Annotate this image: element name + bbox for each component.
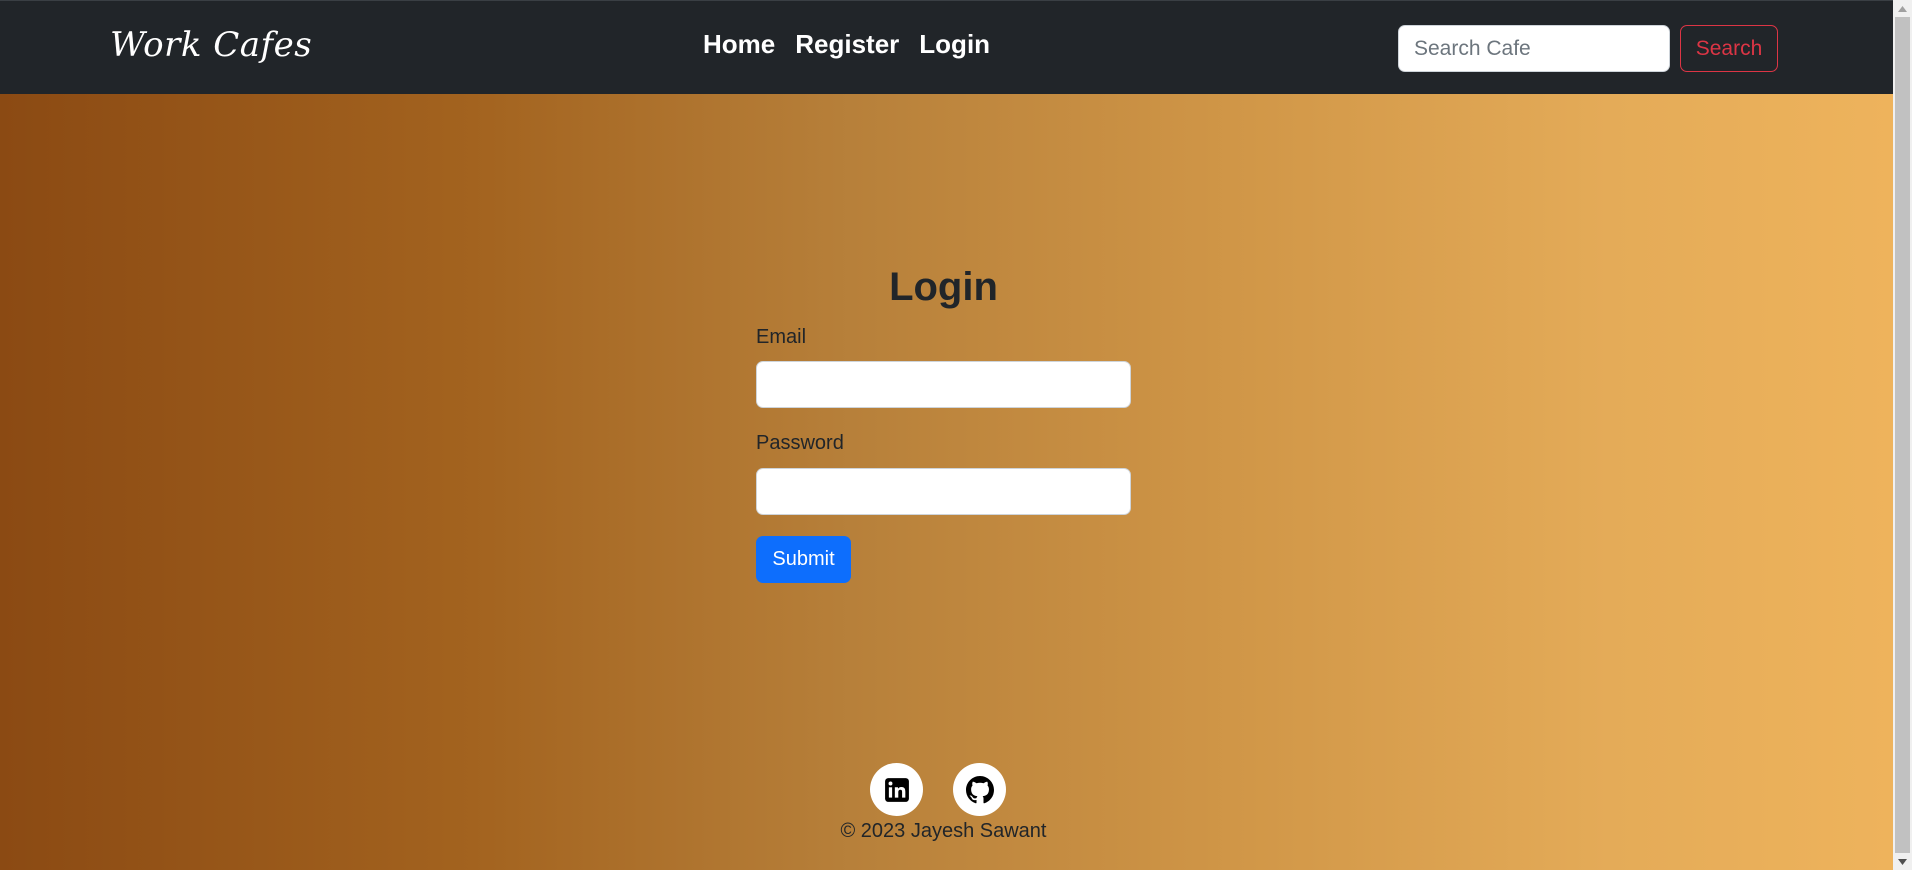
scroll-up-icon[interactable] [1893, 0, 1912, 17]
password-field[interactable] [756, 468, 1131, 515]
github-icon [965, 775, 994, 803]
page-background: Work Cafes Home Register Login Search Lo… [0, 0, 1893, 870]
email-field[interactable] [756, 361, 1131, 408]
nav-link-login[interactable]: Login [919, 29, 990, 60]
nav-links: Home Register Login [703, 29, 990, 60]
navbar: Work Cafes Home Register Login Search [0, 0, 1893, 94]
nav-link-register[interactable]: Register [795, 29, 899, 60]
submit-button[interactable]: Submit [756, 536, 851, 583]
github-link[interactable] [953, 763, 1006, 816]
page: Work Cafes Home Register Login Search Lo… [0, 0, 1912, 870]
linkedin-icon [884, 777, 909, 802]
login-title: Login [889, 265, 998, 309]
search-button[interactable]: Search [1680, 25, 1778, 72]
copyright-text: © 2023 Jayesh Sawant [840, 820, 1047, 842]
search-input[interactable] [1398, 25, 1670, 72]
scroll-down-icon[interactable] [1893, 853, 1912, 870]
brand-logo[interactable]: Work Cafes [110, 25, 312, 65]
vertical-scrollbar[interactable] [1893, 0, 1912, 870]
password-label: Password [756, 432, 844, 454]
email-label: Email [756, 326, 807, 348]
nav-link-home[interactable]: Home [703, 29, 775, 60]
linkedin-link[interactable] [870, 763, 923, 816]
scrollbar-thumb[interactable] [1895, 17, 1910, 853]
